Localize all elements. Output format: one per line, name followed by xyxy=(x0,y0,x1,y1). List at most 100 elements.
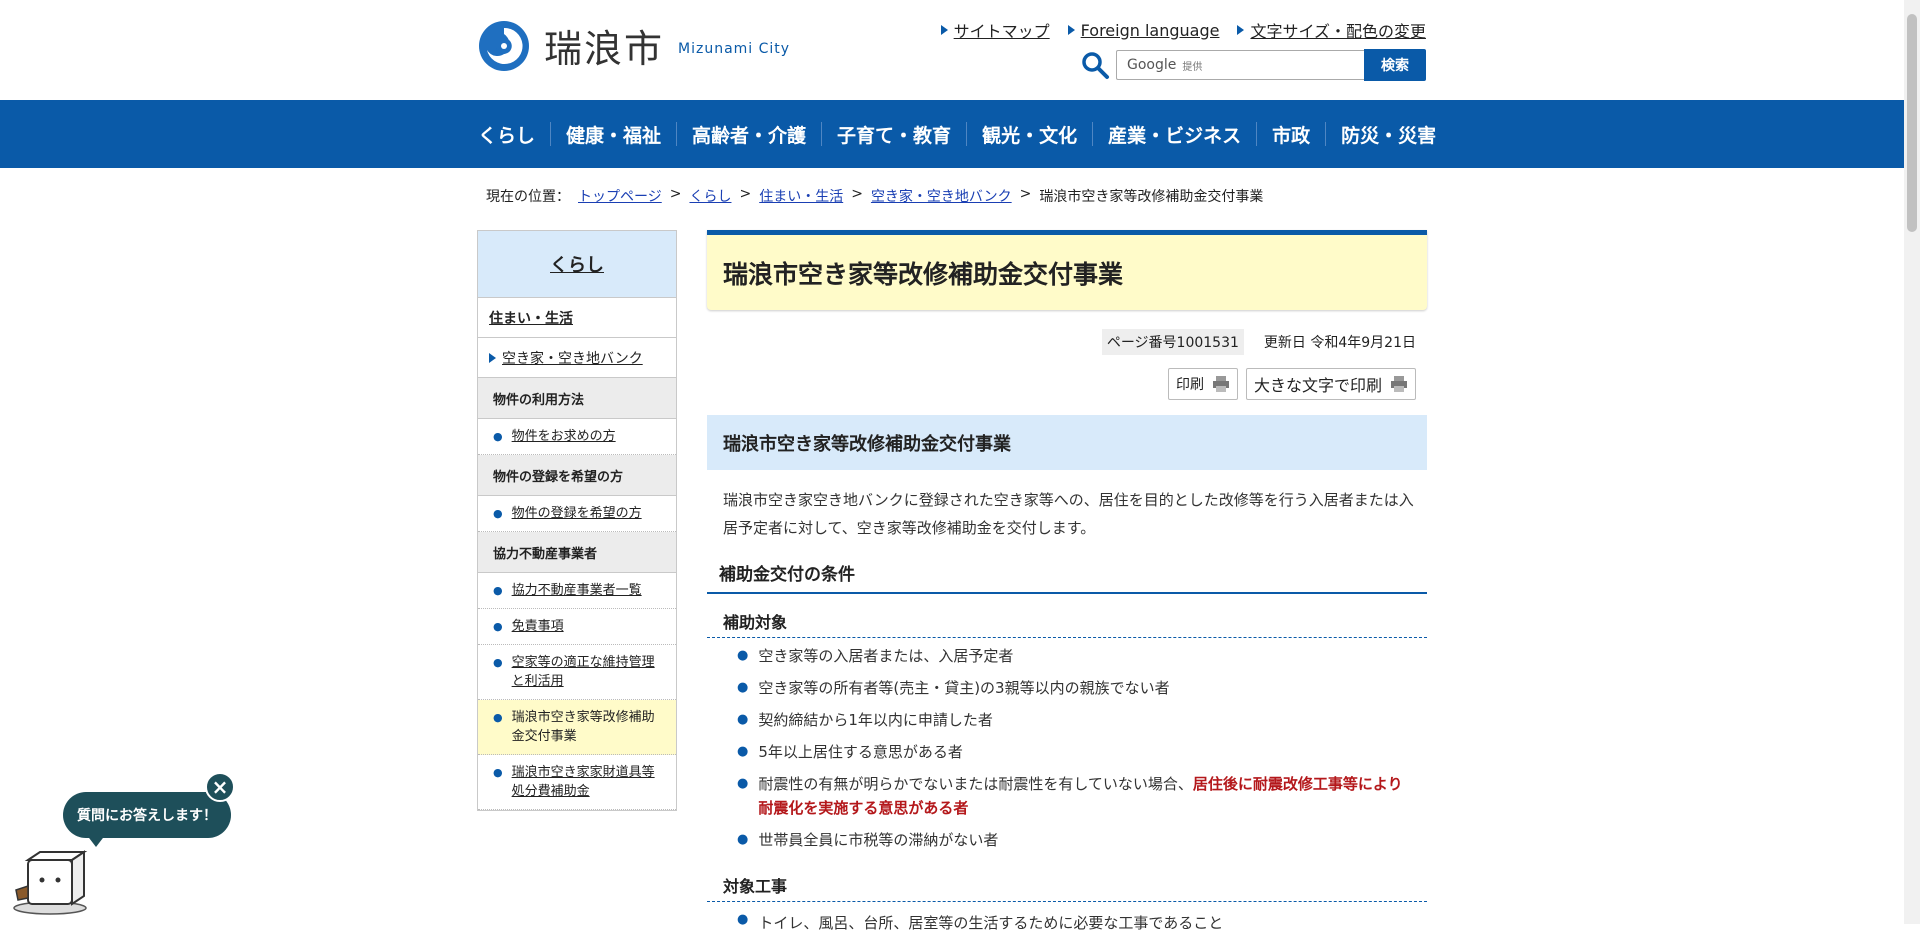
side-nav-link[interactable]: ● 空家等の適正な維持管理と利活用 xyxy=(478,645,676,700)
foreign-language-label[interactable]: Foreign language xyxy=(1081,21,1220,40)
side-nav-subsection-label[interactable]: 空き家・空き地バンク xyxy=(502,348,643,368)
breadcrumb-separator: > xyxy=(851,186,863,202)
conditions-list: ● 空き家等の入居者または、入居予定者 ● 空き家等の所有者等(売主・貸主)の3親等… xyxy=(737,644,1417,860)
side-nav-group-title: 物件の利用方法 xyxy=(478,378,676,419)
breadcrumb-separator: > xyxy=(1019,186,1032,202)
side-nav-link-label[interactable]: 協力不動産事業者一覧 xyxy=(512,581,642,600)
bullet-icon: ● xyxy=(493,507,503,520)
chatbot-close-button[interactable]: × xyxy=(205,772,235,802)
logo-city-name: 瑞浪市 xyxy=(544,27,665,71)
chatbot-character-icon[interactable] xyxy=(10,846,90,916)
triangle-icon xyxy=(489,352,496,363)
triangle-icon xyxy=(1067,25,1075,35)
print-button-label: 印刷 xyxy=(1175,377,1204,393)
global-nav-items: くらし 健康・福祉 高齢者・介護 子育て・教育 観光・文化 産業・ビジネス 市政… xyxy=(478,100,1451,168)
bullet-icon: ● xyxy=(493,711,503,724)
list-item-text: 空き家等の入居者または、入居予定者 xyxy=(758,647,1014,665)
breadcrumb-current: 瑞浪市空き家等改修補助金交付事業 xyxy=(1039,189,1264,205)
bullet-icon: ● xyxy=(493,584,503,597)
print-buttons: 印刷 大きな文字で印刷 xyxy=(1167,368,1416,400)
triangle-icon xyxy=(1237,25,1245,35)
updated-date: 更新日 令和4年9月21日 xyxy=(1263,335,1416,351)
site-header: 瑞浪市 Mizunami City サイトマップ Foreign languag… xyxy=(0,0,1904,100)
section-heading: 瑞浪市空き家等改修補助金交付事業 xyxy=(707,415,1427,470)
gnav-item-industry-business[interactable]: 産業・ビジネス xyxy=(1092,122,1256,147)
breadcrumb-link-housing[interactable]: 住まい・生活 xyxy=(759,186,843,206)
gnav-item-childcare-education[interactable]: 子育て・教育 xyxy=(821,122,966,147)
page-meta: ページ番号1001531 更新日 令和4年9月21日 xyxy=(1101,329,1416,355)
logo-english-name: Mizunami City xyxy=(678,40,791,57)
bullet-icon: ● xyxy=(493,766,503,779)
intro-paragraph: 瑞浪市空き家空き地バンクに登録された空き家等への、居住を目的とした改修等を行う入… xyxy=(723,491,1414,537)
list-item: ● 耐震性の有無が明らかでないまたは耐震性を有していない場合、居住後に耐震改修工… xyxy=(737,772,1417,820)
scrollbar-thumb[interactable] xyxy=(1907,14,1917,232)
side-nav-link[interactable]: ● 物件の登録を希望の方 xyxy=(478,496,676,532)
list-item: ● トイレ、風呂、台所、居室等の生活するために必要な工事であること xyxy=(737,912,1223,933)
gnav-item-disaster-prevention[interactable]: 防災・災害 xyxy=(1325,122,1451,147)
list-item: ● 契約締結から1年以内に申請した者 xyxy=(737,708,1417,732)
breadcrumb-link-living[interactable]: くらし xyxy=(689,186,731,206)
site-logo[interactable]: 瑞浪市 Mizunami City xyxy=(478,18,790,73)
print-button[interactable]: 印刷 xyxy=(1167,368,1238,400)
sitemap-link-label[interactable]: サイトマップ xyxy=(954,18,1050,42)
side-nav-section[interactable]: 住まい・生活 xyxy=(478,298,676,338)
bullet-icon: ● xyxy=(493,430,503,443)
breadcrumb: 現在の位置： トップページ > くらし > 住まい・生活 > 空き家・空き地バン… xyxy=(486,186,1263,206)
list-item: ● 世帯員全員に市税等の滞納がない者 xyxy=(737,828,1417,852)
list-item: ● 空き家等の入居者または、入居予定者 xyxy=(737,644,1417,668)
bullet-icon: ● xyxy=(737,712,749,727)
bullet-icon: ● xyxy=(737,744,749,759)
side-nav-link-label[interactable]: 瑞浪市空き家家財道具等処分費補助金 xyxy=(512,763,666,801)
breadcrumb-separator: > xyxy=(669,186,682,202)
side-nav-link[interactable]: ● 瑞浪市空き家家財道具等処分費補助金 xyxy=(478,755,676,810)
search-provider-label: Google xyxy=(1127,57,1177,73)
side-nav-subsection[interactable]: 空き家・空き地バンク xyxy=(478,338,676,378)
gnav-item-living[interactable]: くらし xyxy=(478,122,550,147)
side-nav-link[interactable]: ● 協力不動産事業者一覧 xyxy=(478,573,676,609)
subsection-heading: 補助金交付の条件 xyxy=(707,552,1427,594)
printer-icon xyxy=(1212,376,1229,392)
bullet-icon: ● xyxy=(493,620,503,633)
side-nav-link[interactable]: ● 物件をお求めの方 xyxy=(478,419,676,455)
side-nav-heading[interactable]: くらし xyxy=(478,231,676,298)
side-nav-group-title: 協力不動産事業者 xyxy=(478,532,676,573)
sitemap-link[interactable]: サイトマップ xyxy=(940,18,1050,42)
side-nav-link-current[interactable]: ● 瑞浪市空き家等改修補助金交付事業 xyxy=(478,700,676,755)
gnav-item-city-administration[interactable]: 市政 xyxy=(1256,122,1325,147)
gnav-item-tourism-culture[interactable]: 観光・文化 xyxy=(966,122,1092,147)
side-nav-link[interactable]: ● 免責事項 xyxy=(478,609,676,645)
font-color-settings-label[interactable]: 文字サイズ・配色の変更 xyxy=(1250,18,1426,42)
side-nav-link-label[interactable]: 瑞浪市空き家等改修補助金交付事業 xyxy=(512,708,666,746)
breadcrumb-link-top[interactable]: トップページ xyxy=(578,186,662,206)
side-nav-link-label[interactable]: 物件をお求めの方 xyxy=(512,427,616,446)
foreign-language-link[interactable]: Foreign language xyxy=(1067,18,1220,42)
list-item-text: 空き家等の所有者等(売主・貸主)の3親等以内の親族でない者 xyxy=(758,679,1170,697)
target-heading: 補助対象 xyxy=(707,604,1427,638)
search-provider-sub: 提供 xyxy=(1182,61,1203,73)
gnav-item-elderly-care[interactable]: 高齢者・介護 xyxy=(676,122,821,147)
gnav-item-health-welfare[interactable]: 健康・福祉 xyxy=(550,122,676,147)
main-content: 瑞浪市空き家等改修補助金交付事業 ページ番号1001531 更新日 令和4年9月… xyxy=(707,230,1427,902)
chatbot-bubble[interactable]: 質問にお答えします！ xyxy=(63,792,231,838)
condition-quake-text: 耐震性の有無が明らかでないまたは耐震性を有していない場合、 xyxy=(758,775,1193,793)
global-nav: くらし 健康・福祉 高齢者・介護 子育て・教育 観光・文化 産業・ビジネス 市政… xyxy=(0,100,1904,168)
font-color-settings-link[interactable]: 文字サイズ・配色の変更 xyxy=(1237,18,1426,42)
print-large-text-button[interactable]: 大きな文字で印刷 xyxy=(1245,368,1416,400)
breadcrumb-prefix: 現在の位置： xyxy=(486,189,570,205)
search-icon xyxy=(1082,52,1109,79)
side-nav-group-title: 物件の登録を希望の方 xyxy=(478,455,676,496)
triangle-icon xyxy=(940,25,948,35)
page-number: ページ番号1001531 xyxy=(1101,329,1244,355)
utility-links: サイトマップ Foreign language 文字サイズ・配色の変更 xyxy=(940,18,1426,42)
breadcrumb-link-vacant-house-bank[interactable]: 空き家・空き地バンク xyxy=(871,186,1012,206)
search-button[interactable]: 検索 xyxy=(1364,49,1426,81)
print-large-text-label: 大きな文字で印刷 xyxy=(1253,376,1382,395)
search-input[interactable]: Google 提供 xyxy=(1116,50,1364,80)
side-nav-link-label[interactable]: 免責事項 xyxy=(512,617,564,636)
bullet-icon: ● xyxy=(737,832,749,847)
bullet-icon: ● xyxy=(737,680,749,695)
scrollbar[interactable] xyxy=(1904,0,1920,924)
side-nav-link-label[interactable]: 空家等の適正な維持管理と利活用 xyxy=(512,653,666,691)
side-nav-link-label[interactable]: 物件の登録を希望の方 xyxy=(512,504,642,523)
work-heading: 対象工事 xyxy=(707,868,1427,902)
